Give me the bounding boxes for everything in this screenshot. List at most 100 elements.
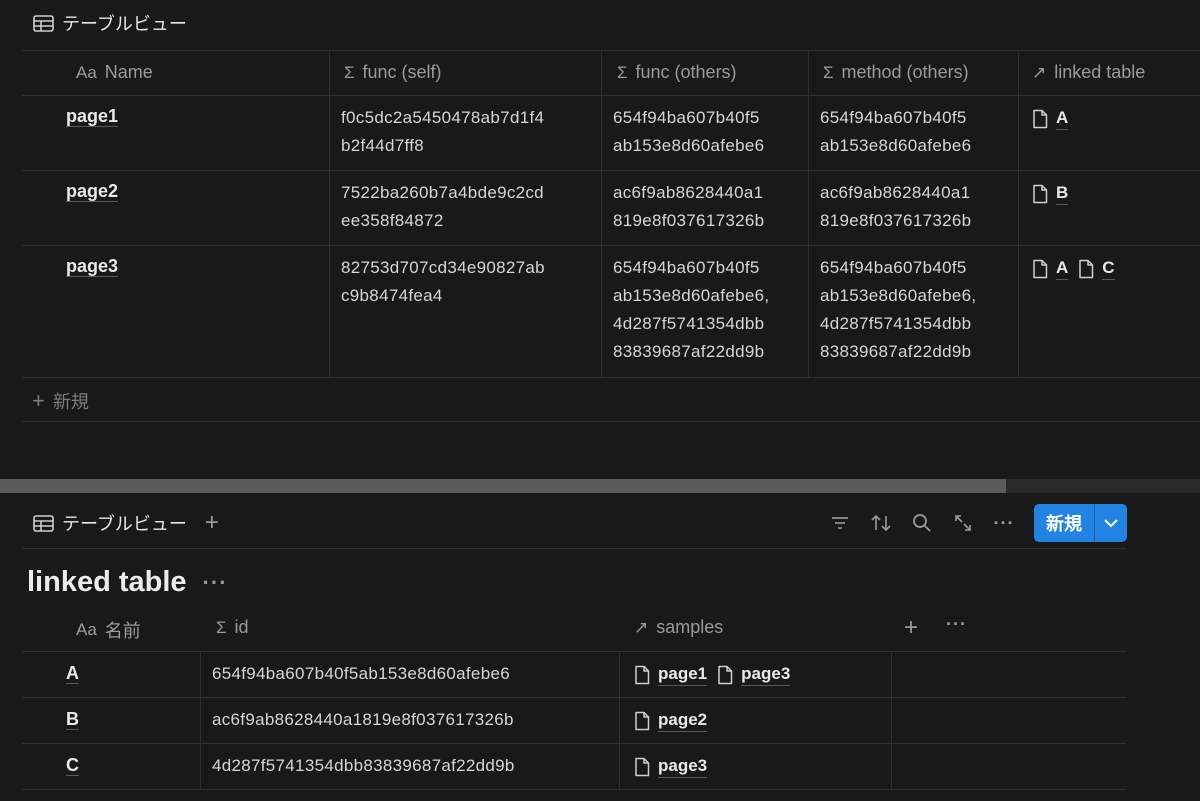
new-button-label[interactable]: 新規 xyxy=(1034,504,1094,542)
relation-chip[interactable]: B xyxy=(1032,182,1069,205)
id-cell[interactable]: ac6f9ab8628440a1819e8f037617326b xyxy=(212,706,514,734)
add-property-button[interactable]: + xyxy=(904,614,918,642)
column-header-label: Name xyxy=(104,62,153,82)
column-divider xyxy=(200,651,201,789)
column-header-linked-table[interactable]: ↗ linked table xyxy=(1032,62,1145,83)
column-header-label: method (others) xyxy=(841,62,969,82)
table-row-title[interactable]: page1 xyxy=(66,106,119,127)
column-header-name[interactable]: Aa 名前 xyxy=(76,617,141,643)
chevron-down-icon[interactable] xyxy=(1095,504,1127,542)
divider xyxy=(22,548,1126,549)
samples-cell[interactable]: page2 xyxy=(634,709,708,732)
table-icon xyxy=(33,14,54,32)
table-row-title[interactable]: page3 xyxy=(66,256,119,277)
column-header-func-self[interactable]: Σ func (self) xyxy=(344,62,442,83)
divider xyxy=(22,95,1200,96)
func-self-cell[interactable]: f0c5dc2a5450478ab7d1f4 b2f44d7ff8 xyxy=(341,104,544,160)
new-row-button[interactable]: + 新規 xyxy=(32,388,89,414)
divider xyxy=(22,651,1126,652)
top-view-tab-label: テーブルビュー xyxy=(62,14,187,34)
database-title-text[interactable]: linked table xyxy=(27,566,187,599)
column-divider xyxy=(808,50,809,377)
page-icon xyxy=(718,665,733,684)
table-row-title[interactable]: C xyxy=(66,755,79,776)
column-header-label: linked table xyxy=(1054,62,1146,82)
add-view-button[interactable]: + xyxy=(205,509,219,537)
column-divider xyxy=(619,651,620,789)
horizontal-scrollbar[interactable] xyxy=(0,479,1200,493)
top-view-header: テーブルビュー xyxy=(33,0,187,46)
id-cell[interactable]: 654f94ba607b40f5ab153e8d60afebe6 xyxy=(212,660,510,688)
func-self-cell[interactable]: 82753d707cd34e90827ab c9b8474fea4 xyxy=(341,254,545,310)
column-header-label: samples xyxy=(656,617,724,637)
divider xyxy=(22,377,1200,378)
column-divider xyxy=(1018,50,1019,377)
search-icon[interactable] xyxy=(911,512,933,534)
linked-table-cell[interactable]: B xyxy=(1032,182,1069,205)
column-header-func-others[interactable]: Σ func (others) xyxy=(617,62,737,83)
bottom-view-header: テーブルビュー + xyxy=(33,500,219,546)
more-icon[interactable]: ··· xyxy=(993,512,1015,534)
top-view-tab[interactable]: テーブルビュー xyxy=(33,10,187,36)
column-header-label: func (self) xyxy=(362,62,442,82)
expand-icon[interactable] xyxy=(952,512,974,534)
func-others-cell[interactable]: 654f94ba607b40f5 ab153e8d60afebe6, 4d287f… xyxy=(613,254,769,366)
filter-icon[interactable] xyxy=(829,512,851,534)
divider xyxy=(22,50,1200,51)
plus-icon: + xyxy=(32,388,45,413)
relation-chip[interactable]: A xyxy=(1032,107,1069,130)
table-row-title[interactable]: A xyxy=(66,663,79,684)
relation-arrow-icon: ↗ xyxy=(634,617,649,637)
relation-arrow-icon: ↗ xyxy=(1032,62,1047,82)
divider xyxy=(22,421,1200,422)
formula-icon: Σ xyxy=(617,62,628,82)
column-header-label: id xyxy=(234,617,249,637)
sort-icon[interactable] xyxy=(870,512,892,534)
samples-cell[interactable]: page1 page3 xyxy=(634,663,791,686)
database-title[interactable]: linked table ··· xyxy=(27,566,228,599)
page-icon xyxy=(635,665,650,684)
more-icon[interactable]: ··· xyxy=(203,570,228,596)
func-others-cell[interactable]: ac6f9ab8628440a1 819e8f037617326b xyxy=(613,179,764,235)
column-header-label: 名前 xyxy=(104,621,141,641)
relation-chip[interactable]: A xyxy=(1032,257,1069,280)
column-header-method-others[interactable]: Σ method (others) xyxy=(823,62,969,83)
linked-table-cell[interactable]: A xyxy=(1032,107,1069,130)
title-property-icon: Aa xyxy=(76,62,97,82)
relation-chip[interactable]: page2 xyxy=(634,709,708,732)
more-icon[interactable]: ··· xyxy=(946,614,967,635)
method-others-cell[interactable]: ac6f9ab8628440a1 819e8f037617326b xyxy=(820,179,971,235)
divider xyxy=(22,170,1200,171)
func-others-cell[interactable]: 654f94ba607b40f5 ab153e8d60afebe6 xyxy=(613,104,764,160)
relation-chip[interactable]: page3 xyxy=(634,755,708,778)
bottom-view-tab[interactable]: テーブルビュー xyxy=(33,510,187,536)
samples-cell[interactable]: page3 xyxy=(634,755,708,778)
divider xyxy=(22,245,1200,246)
method-others-cell[interactable]: 654f94ba607b40f5 ab153e8d60afebe6, 4d287f… xyxy=(820,254,976,366)
scrollbar-thumb[interactable] xyxy=(0,479,1006,493)
page-icon xyxy=(1033,184,1048,203)
relation-chip[interactable]: page3 xyxy=(717,663,791,686)
column-header-id[interactable]: Σ id xyxy=(216,617,249,638)
divider xyxy=(22,743,1126,744)
page-icon xyxy=(1033,109,1048,128)
linked-table-cell[interactable]: A C xyxy=(1032,257,1115,280)
method-others-cell[interactable]: 654f94ba607b40f5 ab153e8d60afebe6 xyxy=(820,104,971,160)
column-header-samples[interactable]: ↗ samples xyxy=(634,617,723,638)
title-property-icon: Aa xyxy=(76,620,97,639)
bottom-view-tab-label: テーブルビュー xyxy=(62,514,187,534)
table-row-title[interactable]: B xyxy=(66,709,79,730)
relation-chip[interactable]: page1 xyxy=(634,663,708,686)
page-icon xyxy=(635,757,650,776)
formula-icon: Σ xyxy=(216,617,227,637)
column-divider xyxy=(891,651,892,789)
new-button[interactable]: 新規 xyxy=(1034,504,1127,542)
divider xyxy=(22,697,1126,698)
column-header-name[interactable]: Aa Name xyxy=(76,62,153,83)
formula-icon: Σ xyxy=(823,62,834,82)
func-self-cell[interactable]: 7522ba260b7a4bde9c2cd ee358f84872 xyxy=(341,179,544,235)
table-row-title[interactable]: page2 xyxy=(66,181,119,202)
id-cell[interactable]: 4d287f5741354dbb83839687af22dd9b xyxy=(212,752,515,780)
relation-chip[interactable]: C xyxy=(1078,257,1115,280)
divider xyxy=(22,789,1126,790)
